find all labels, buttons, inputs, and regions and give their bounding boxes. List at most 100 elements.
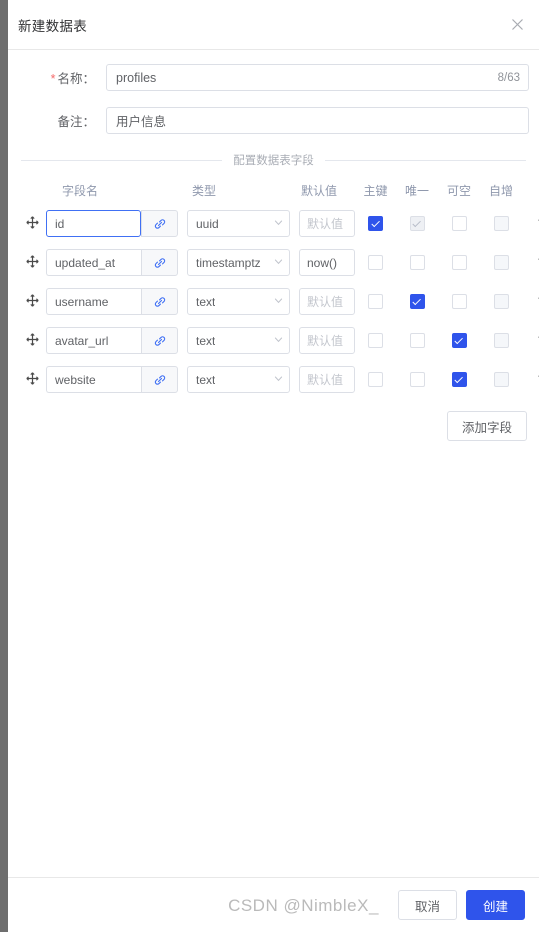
add-field-button[interactable]: 添加字段 <box>446 411 527 441</box>
link-icon[interactable] <box>141 210 178 237</box>
dialog-footer: 取消 创建 <box>8 877 539 932</box>
field-name-input[interactable] <box>46 288 141 315</box>
cancel-button[interactable]: 取消 <box>397 890 457 920</box>
table-name-input[interactable] <box>106 64 529 91</box>
col-head-field-name: 字段名 <box>62 183 99 198</box>
row-drag-cell <box>18 216 46 231</box>
check-icon <box>412 218 421 227</box>
check-icon <box>412 296 421 305</box>
field-primary-key-cell <box>355 333 396 348</box>
table-name-label: * 名称： <box>18 68 106 87</box>
field-name-input[interactable] <box>46 366 141 393</box>
field-nullable-cell <box>438 294 480 309</box>
field-name-cell <box>46 210 178 237</box>
table-row: text <box>18 282 539 321</box>
primary-key-checkbox[interactable] <box>368 255 383 270</box>
field-actions-cell <box>522 373 539 387</box>
field-type-select[interactable]: text <box>187 288 290 315</box>
field-unique-cell <box>396 294 438 309</box>
field-name-input[interactable] <box>46 210 141 237</box>
field-primary-key-cell <box>355 372 396 387</box>
field-default-input[interactable] <box>299 210 355 237</box>
table-name-row: *名称： 8/63 <box>18 64 529 91</box>
unique-checkbox <box>409 216 425 231</box>
nullable-checkbox[interactable] <box>451 255 467 270</box>
unique-checkbox[interactable] <box>409 333 425 348</box>
table-row: uuid <box>18 204 539 243</box>
drag-handle-icon[interactable] <box>25 333 39 348</box>
table-row: timestamptz <box>18 243 539 282</box>
field-type-select[interactable]: uuid <box>187 210 290 237</box>
divider-line-left <box>21 159 223 161</box>
row-drag-cell <box>18 372 46 387</box>
field-primary-key-cell <box>355 216 396 231</box>
field-primary-key-cell <box>355 255 396 270</box>
field-nullable-cell <box>438 372 480 387</box>
dialog-body: *名称： 8/63 备注： 配置数据表字段 字段名 类型 默认 <box>8 50 539 877</box>
check-icon <box>454 335 463 344</box>
create-button[interactable]: 创建 <box>465 890 525 920</box>
field-unique-cell <box>396 372 438 387</box>
field-default-input[interactable] <box>299 288 355 315</box>
field-name-input[interactable] <box>46 249 141 276</box>
fields-table-header: 字段名 类型 默认值 主键 唯一 可空 自增 <box>18 180 529 200</box>
auto-increment-checkbox <box>493 372 509 387</box>
field-name-group <box>46 288 178 315</box>
field-actions-cell <box>522 334 539 348</box>
field-type-select[interactable]: text <box>187 366 290 393</box>
auto-increment-checkbox <box>493 255 509 270</box>
nullable-checkbox[interactable] <box>451 372 467 387</box>
field-unique-cell <box>396 255 438 270</box>
table-row: text <box>18 321 539 360</box>
drag-handle-icon[interactable] <box>25 255 39 270</box>
primary-key-checkbox[interactable] <box>368 216 383 231</box>
field-type-cell: text <box>187 288 290 315</box>
link-icon[interactable] <box>141 288 178 315</box>
drag-handle-icon[interactable] <box>25 216 39 231</box>
field-unique-cell <box>396 333 438 348</box>
auto-increment-checkbox <box>493 294 509 309</box>
field-type-cell: uuid <box>187 210 290 237</box>
field-type-select[interactable]: timestamptz <box>187 249 290 276</box>
check-icon <box>454 374 463 383</box>
unique-checkbox[interactable] <box>409 372 425 387</box>
field-default-cell <box>299 327 355 354</box>
primary-key-checkbox[interactable] <box>368 333 383 348</box>
nullable-checkbox[interactable] <box>451 216 467 231</box>
field-nullable-cell <box>438 333 480 348</box>
modal-overlay-backdrop <box>0 0 8 932</box>
field-type-value: text <box>196 372 216 387</box>
auto-increment-checkbox <box>493 216 509 231</box>
add-field-row: 添加字段 <box>18 411 529 441</box>
field-name-input[interactable] <box>46 327 141 354</box>
nullable-checkbox[interactable] <box>451 294 467 309</box>
dialog-header: 新建数据表 <box>8 0 539 50</box>
link-icon[interactable] <box>141 366 178 393</box>
drag-handle-icon[interactable] <box>25 294 39 309</box>
table-remark-input[interactable] <box>106 107 529 134</box>
drag-handle-icon[interactable] <box>25 372 39 387</box>
fields-section-legend: 配置数据表字段 <box>233 155 314 167</box>
field-default-input[interactable] <box>299 249 355 276</box>
link-icon[interactable] <box>141 249 178 276</box>
field-default-input[interactable] <box>299 327 355 354</box>
col-head-primary-key: 主键 <box>363 183 388 198</box>
field-type-cell: text <box>187 327 290 354</box>
primary-key-checkbox[interactable] <box>368 294 383 309</box>
field-type-select[interactable]: text <box>187 327 290 354</box>
table-remark-input-wrap <box>106 107 529 134</box>
primary-key-checkbox[interactable] <box>368 372 383 387</box>
divider-line-right <box>324 159 526 161</box>
field-name-cell <box>46 327 178 354</box>
new-table-dialog: 新建数据表 *名称： 8/63 备注： 配置数据表字段 <box>8 0 539 932</box>
field-default-input[interactable] <box>299 366 355 393</box>
unique-checkbox[interactable] <box>409 294 425 309</box>
close-icon[interactable] <box>508 16 526 34</box>
link-icon[interactable] <box>141 327 178 354</box>
nullable-checkbox[interactable] <box>451 333 467 348</box>
unique-checkbox[interactable] <box>409 255 425 270</box>
field-unique-cell <box>396 216 438 231</box>
chevron-down-icon <box>273 332 284 350</box>
field-nullable-cell <box>438 216 480 231</box>
fields-table: 字段名 类型 默认值 主键 唯一 可空 自增 uuid timestamptz te… <box>18 180 539 441</box>
